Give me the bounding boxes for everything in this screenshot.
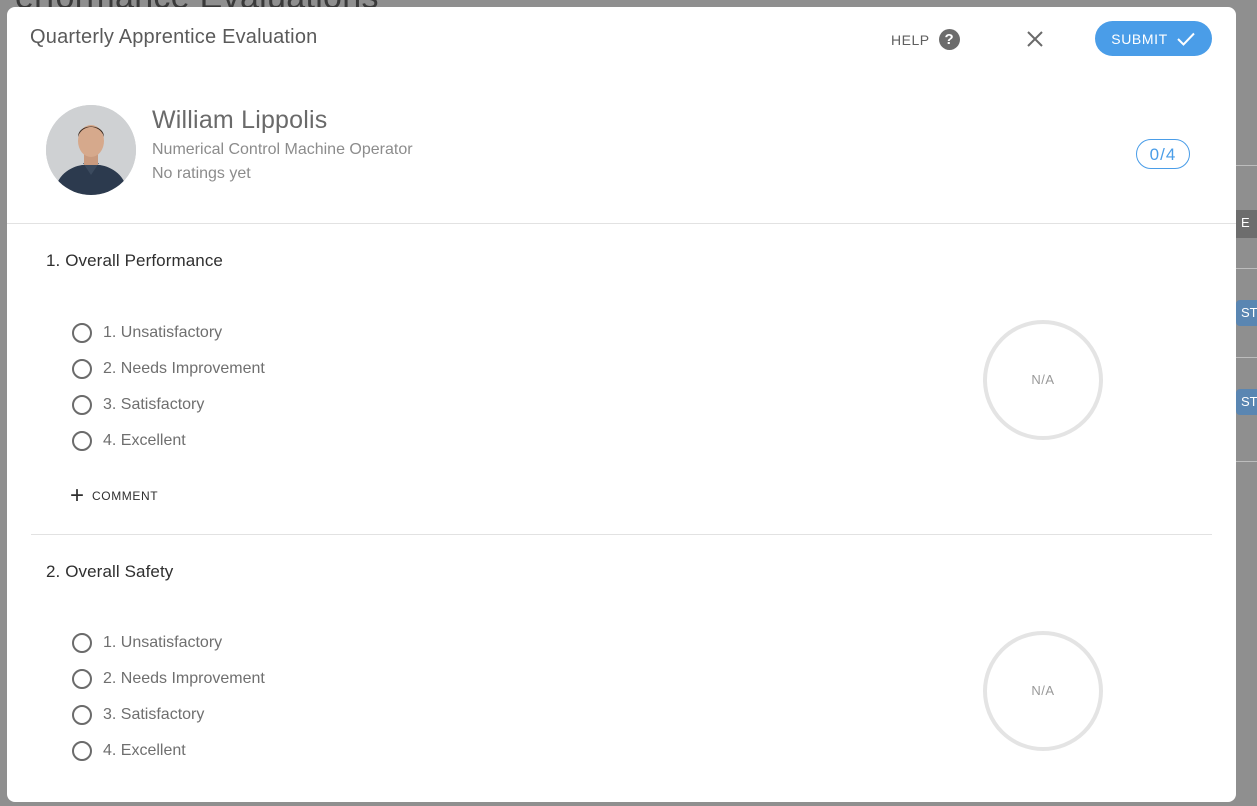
- background-divider: [1236, 268, 1257, 269]
- rating-option-label: 1. Unsatisfactory: [103, 324, 223, 341]
- question-mark-icon: ?: [938, 29, 960, 50]
- rating-options: 1. Unsatisfactory 2. Needs Improvement 3…: [72, 625, 265, 769]
- rating-option[interactable]: 3. Satisfactory: [72, 387, 265, 423]
- apprentice-role: Numerical Control Machine Operator: [152, 141, 413, 158]
- radio-button[interactable]: [72, 633, 92, 653]
- background-status-tag: ST: [1236, 300, 1257, 326]
- rating-option[interactable]: 3. Satisfactory: [72, 697, 265, 733]
- rating-status: No ratings yet: [152, 165, 251, 182]
- background-header-tag: E IN: [1236, 210, 1257, 238]
- evaluation-modal: Quarterly Apprentice Evaluation HELP ? S…: [7, 7, 1236, 802]
- score-ring: N/A: [983, 631, 1103, 751]
- add-comment-button[interactable]: + COMMENT: [70, 482, 159, 509]
- apprentice-name: William Lippolis: [152, 106, 328, 134]
- modal-title: Quarterly Apprentice Evaluation: [30, 26, 318, 48]
- radio-button[interactable]: [72, 669, 92, 689]
- apprentice-profile: William Lippolis Numerical Control Machi…: [7, 69, 1236, 224]
- radio-button[interactable]: [72, 323, 92, 343]
- help-label: HELP: [891, 31, 930, 48]
- question-title: 2. Overall Safety: [46, 562, 174, 581]
- background-status-tag: ST: [1236, 389, 1257, 415]
- rating-option-label: 2. Needs Improvement: [103, 670, 265, 687]
- apprentice-photo: [46, 105, 136, 195]
- background-divider: [1236, 357, 1257, 358]
- background-divider: [1236, 461, 1257, 462]
- radio-button[interactable]: [72, 395, 92, 415]
- rating-option[interactable]: 2. Needs Improvement: [72, 351, 265, 387]
- rating-option-label: 1. Unsatisfactory: [103, 634, 223, 651]
- rating-option-label: 4. Excellent: [103, 742, 186, 759]
- rating-option-label: 2. Needs Improvement: [103, 360, 265, 377]
- modal-header: Quarterly Apprentice Evaluation HELP ? S…: [7, 7, 1236, 69]
- rating-option[interactable]: 2. Needs Improvement: [72, 661, 265, 697]
- rating-option-label: 3. Satisfactory: [103, 396, 205, 413]
- rating-option[interactable]: 1. Unsatisfactory: [72, 625, 265, 661]
- question-title: 1. Overall Performance: [46, 251, 223, 270]
- radio-button[interactable]: [72, 741, 92, 761]
- rating-option[interactable]: 4. Excellent: [72, 733, 265, 769]
- submit-button[interactable]: SUBMIT: [1095, 21, 1212, 56]
- help-button[interactable]: HELP ?: [891, 29, 960, 50]
- radio-button[interactable]: [72, 705, 92, 725]
- score-badge: 0/4: [1136, 139, 1190, 169]
- avatar: [46, 105, 136, 195]
- question-section: 1. Overall Performance 1. Unsatisfactory…: [31, 224, 1212, 535]
- close-icon: [1027, 31, 1043, 47]
- comment-label: COMMENT: [92, 489, 159, 503]
- rating-option[interactable]: 4. Excellent: [72, 423, 265, 459]
- radio-button[interactable]: [72, 431, 92, 451]
- background-divider: [1236, 165, 1257, 166]
- rating-option[interactable]: 1. Unsatisfactory: [72, 315, 265, 351]
- question-section: 2. Overall Safety 1. Unsatisfactory 2. N…: [31, 535, 1212, 802]
- radio-button[interactable]: [72, 359, 92, 379]
- submit-label: SUBMIT: [1111, 30, 1168, 47]
- checkmark-icon: [1177, 32, 1195, 46]
- score-ring: N/A: [983, 320, 1103, 440]
- close-button[interactable]: [1025, 29, 1045, 49]
- rating-option-label: 4. Excellent: [103, 432, 186, 449]
- plus-icon: +: [70, 482, 85, 509]
- rating-option-label: 3. Satisfactory: [103, 706, 205, 723]
- rating-options: 1. Unsatisfactory 2. Needs Improvement 3…: [72, 315, 265, 459]
